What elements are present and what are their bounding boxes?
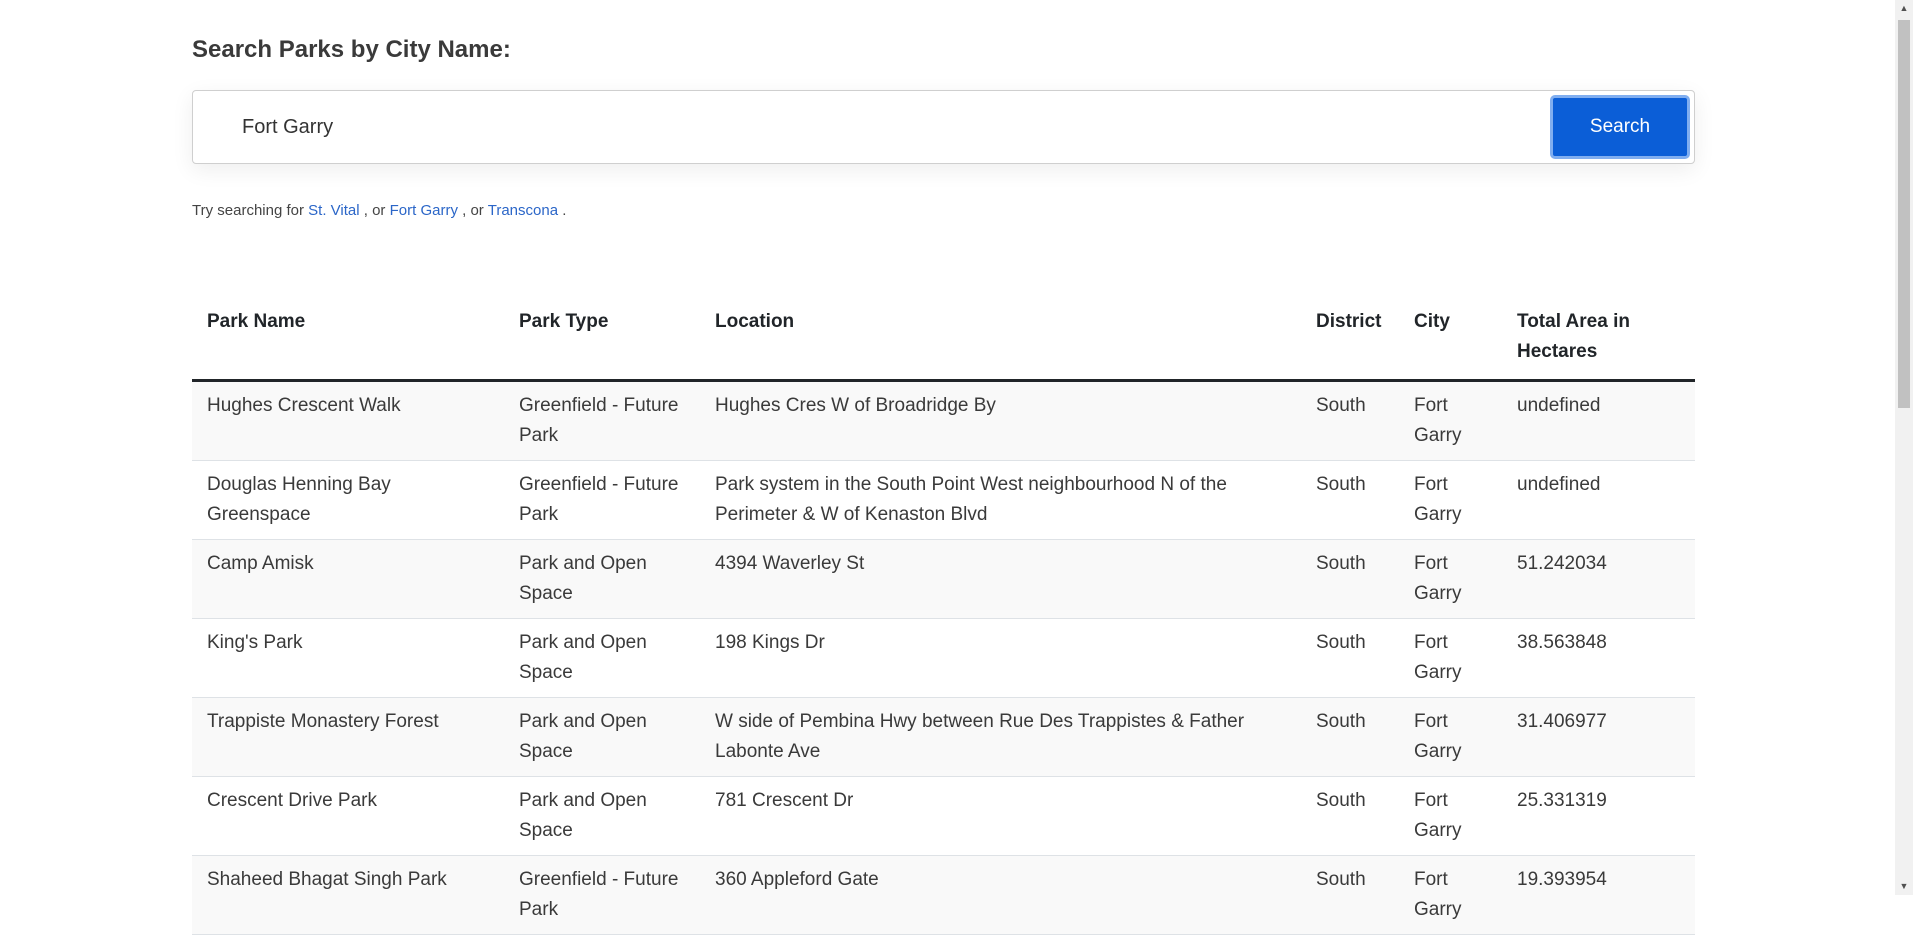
area-cell: 31.406977	[1502, 697, 1695, 777]
park-name-cell: Hughes Crescent Walk	[192, 380, 504, 461]
search-hint: Try searching for St. Vital , or Fort Ga…	[192, 202, 566, 219]
suggestion-link-st-vital[interactable]: St. Vital	[308, 202, 359, 219]
area-cell: 19.393954	[1502, 855, 1695, 935]
scroll-up-arrow-icon[interactable]: ▲	[1895, 0, 1913, 17]
park-type-cell: Park and Open Space	[504, 776, 700, 856]
column-header-park-name: Park Name	[192, 294, 504, 382]
park-type-cell: Park and Open Space	[504, 539, 700, 619]
table-row: Camp Amisk Park and Open Space 4394 Wave…	[192, 539, 1695, 619]
city-cell: Fort Garry	[1399, 618, 1502, 698]
hint-suffix: .	[562, 202, 567, 219]
location-cell: 781 Crescent Dr	[700, 776, 1301, 856]
district-cell: South	[1301, 697, 1399, 777]
district-cell: South	[1301, 618, 1399, 698]
suggestion-link-transcona[interactable]: Transcona	[488, 202, 558, 219]
city-cell: Fort Garry	[1399, 460, 1502, 540]
column-header-district: District	[1301, 294, 1399, 382]
city-cell: Fort Garry	[1399, 697, 1502, 777]
table-row: Douglas Henning Bay Greenspace Greenfiel…	[192, 460, 1695, 540]
hint-prefix: Try searching for	[192, 202, 304, 219]
area-cell: undefined	[1502, 380, 1695, 461]
area-cell: 25.331319	[1502, 776, 1695, 856]
city-cell: Fort Garry	[1399, 539, 1502, 619]
city-cell: Fort Garry	[1399, 855, 1502, 935]
column-header-park-type: Park Type	[504, 294, 700, 382]
location-cell: Park system in the South Point West neig…	[700, 460, 1301, 540]
table-row: Crescent Drive Park Park and Open Space …	[192, 776, 1695, 856]
district-cell: South	[1301, 776, 1399, 856]
table-row: Hughes Crescent Walk Greenfield - Future…	[192, 380, 1695, 461]
district-cell: South	[1301, 460, 1399, 540]
table-row: Shaheed Bhagat Singh Park Greenfield - F…	[192, 855, 1695, 935]
location-cell: 198 Kings Dr	[700, 618, 1301, 698]
location-cell: W side of Pembina Hwy between Rue Des Tr…	[700, 697, 1301, 777]
hint-separator: , or	[363, 202, 386, 219]
park-type-cell: Greenfield - Future Park	[504, 380, 700, 461]
park-name-cell: Crescent Drive Park	[192, 776, 504, 856]
park-name-cell: King's Park	[192, 618, 504, 698]
park-type-cell: Park and Open Space	[504, 697, 700, 777]
location-cell: 4394 Waverley St	[700, 539, 1301, 619]
page-title: Search Parks by City Name:	[192, 36, 511, 63]
parks-table: Park Name Park Type Location District Ci…	[192, 294, 1695, 935]
park-name-cell: Trappiste Monastery Forest	[192, 697, 504, 777]
district-cell: South	[1301, 380, 1399, 461]
table-row: Trappiste Monastery Forest Park and Open…	[192, 697, 1695, 777]
scroll-down-arrow-icon[interactable]: ▼	[1895, 878, 1913, 895]
column-header-total-area: Total Area in Hectares	[1502, 294, 1695, 382]
park-type-cell: Greenfield - Future Park	[504, 460, 700, 540]
location-cell: 360 Appleford Gate	[700, 855, 1301, 935]
table-row: King's Park Park and Open Space 198 King…	[192, 618, 1695, 698]
location-cell: Hughes Cres W of Broadridge By	[700, 380, 1301, 461]
park-name-cell: Douglas Henning Bay Greenspace	[192, 460, 504, 540]
area-cell: 51.242034	[1502, 539, 1695, 619]
suggestion-link-fort-garry[interactable]: Fort Garry	[390, 202, 458, 219]
column-header-location: Location	[700, 294, 1301, 382]
column-header-city: City	[1399, 294, 1502, 382]
vertical-scrollbar[interactable]: ▲ ▼	[1895, 0, 1913, 895]
search-bar: Search	[192, 90, 1695, 164]
search-button[interactable]: Search	[1550, 95, 1690, 159]
area-cell: 38.563848	[1502, 618, 1695, 698]
park-type-cell: Greenfield - Future Park	[504, 855, 700, 935]
city-cell: Fort Garry	[1399, 776, 1502, 856]
park-name-cell: Camp Amisk	[192, 539, 504, 619]
park-type-cell: Park and Open Space	[504, 618, 700, 698]
city-cell: Fort Garry	[1399, 380, 1502, 461]
district-cell: South	[1301, 539, 1399, 619]
search-input[interactable]	[194, 92, 1542, 162]
table-header-row: Park Name Park Type Location District Ci…	[192, 294, 1695, 382]
hint-separator: , or	[462, 202, 484, 219]
area-cell: undefined	[1502, 460, 1695, 540]
park-name-cell: Shaheed Bhagat Singh Park	[192, 855, 504, 935]
scrollbar-thumb[interactable]	[1898, 20, 1910, 408]
district-cell: South	[1301, 855, 1399, 935]
